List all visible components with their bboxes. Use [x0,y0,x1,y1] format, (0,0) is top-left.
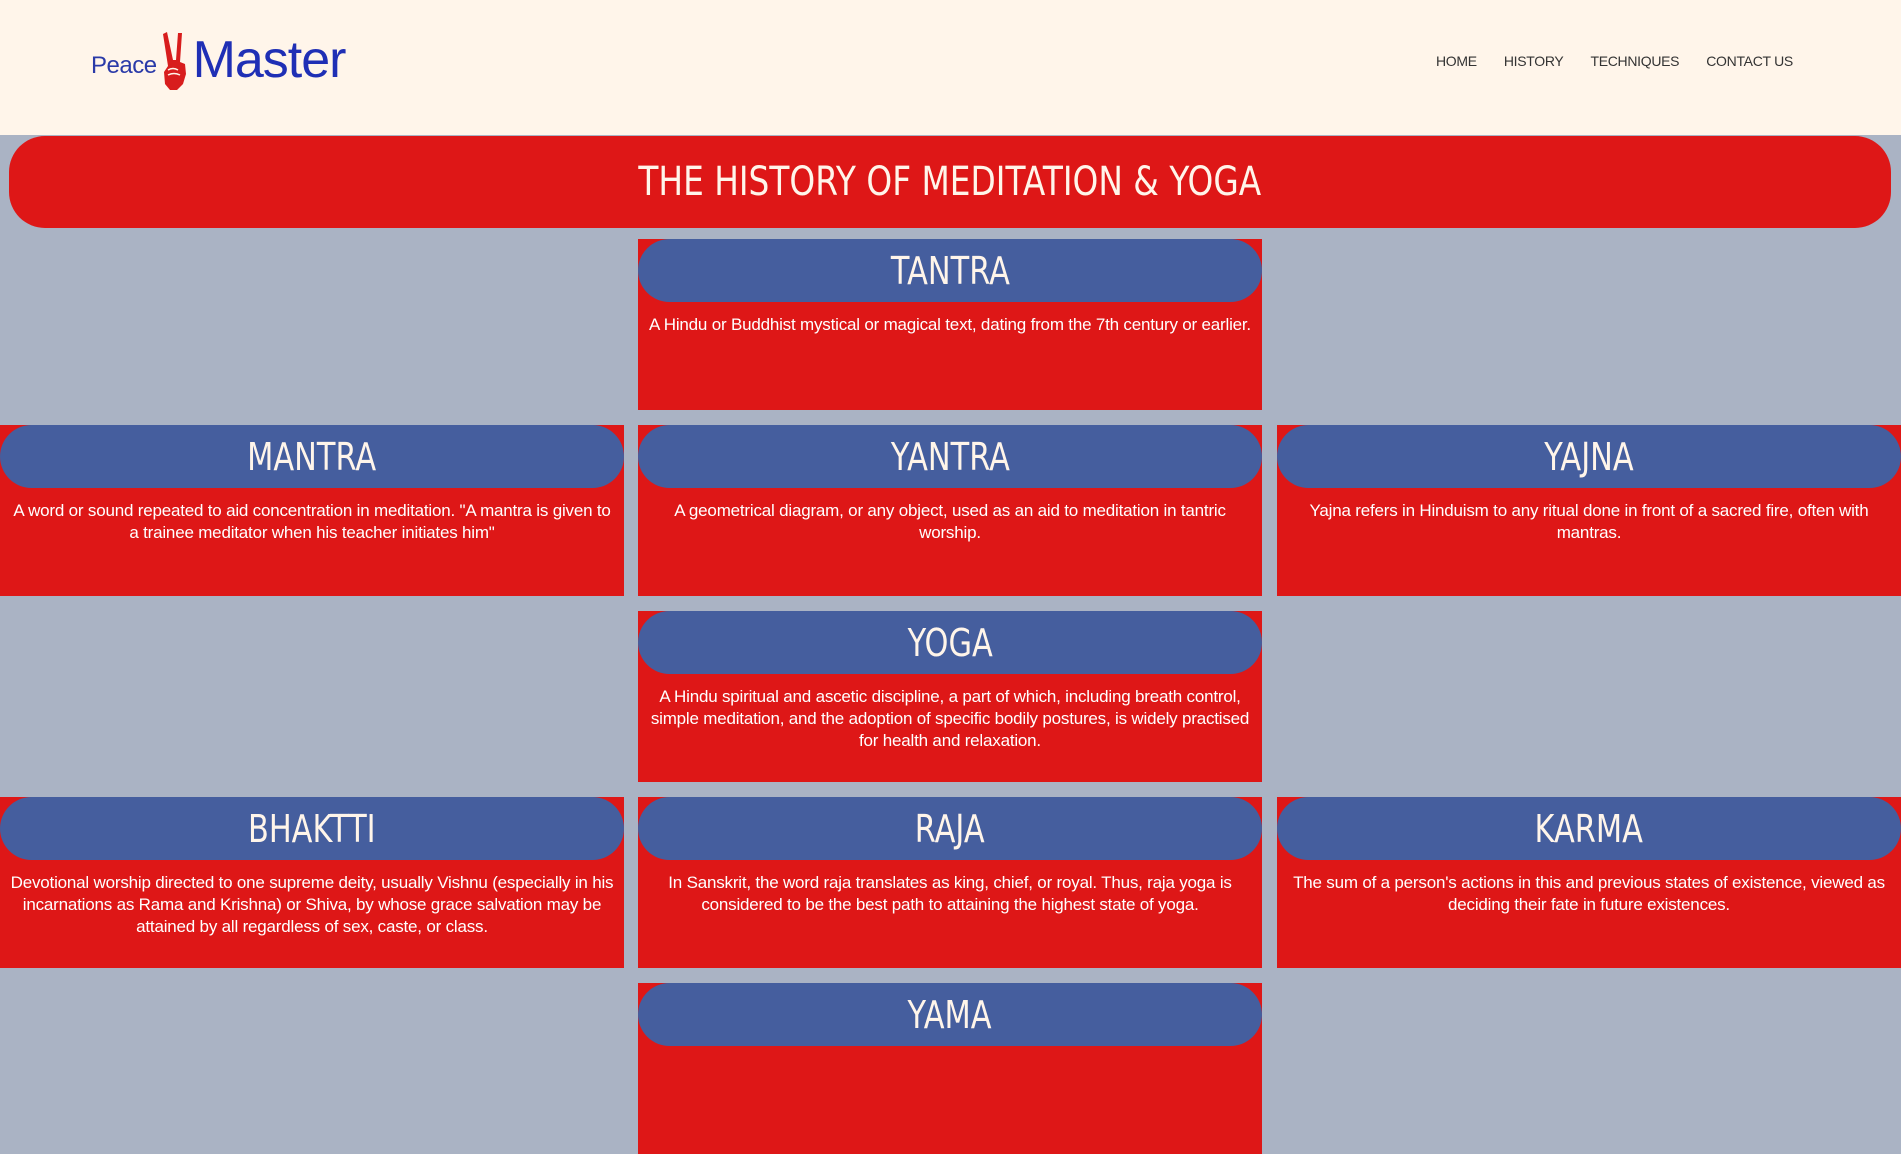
page-title-banner: THE HISTORY OF MEDITATION & YOGA [9,136,1891,228]
nav-home[interactable]: HOME [1436,53,1477,69]
card-title: YOGA [907,620,993,665]
site-logo[interactable]: Peace Master [91,28,347,92]
site-header: Peace Master HOME HISTORY TECHNIQUES CON… [0,0,1901,135]
card-title: YAMA [907,992,993,1037]
main-nav: HOME HISTORY TECHNIQUES CONTACT US [1436,53,1820,69]
card-header: YOGA [638,611,1262,674]
card-tantra: TANTRA A Hindu or Buddhist mystical or m… [638,239,1262,410]
card-raja: RAJA In Sanskrit, the word raja translat… [638,797,1262,968]
peace-hand-icon [162,32,186,90]
card-title: BHAKTTI [248,806,376,851]
card-text: A word or sound repeated to aid concentr… [13,501,611,542]
card-header: YAMA [638,983,1262,1046]
nav-history[interactable]: HISTORY [1504,53,1564,69]
card-header: MANTRA [0,425,624,488]
card-yajna: YAJNA Yajna refers in Hinduism to any ri… [1277,425,1901,596]
card-text: A Hindu spiritual and ascetic discipline… [650,687,1250,750]
card-yantra: YANTRA A geometrical diagram, or any obj… [638,425,1262,596]
card-yama: YAMA [638,983,1262,1154]
card-bhaktti: BHAKTTI Devotional worship directed to o… [0,797,624,968]
card-title: MANTRA [247,434,377,479]
card-header: YAJNA [1277,425,1901,488]
logo-big-text: Master [192,31,347,89]
card-text: A geometrical diagram, or any object, us… [674,501,1226,542]
card-title: YAJNA [1544,434,1634,479]
card-mantra: MANTRA A word or sound repeated to aid c… [0,425,624,596]
card-yoga: YOGA A Hindu spiritual and ascetic disci… [638,611,1262,782]
card-text: The sum of a person's actions in this an… [1293,873,1885,914]
card-header: RAJA [638,797,1262,860]
card-header: BHAKTTI [0,797,624,860]
card-text: In Sanskrit, the word raja translates as… [668,873,1232,914]
card-header: TANTRA [638,239,1262,302]
card-text: Devotional worship directed to one supre… [10,873,614,936]
nav-techniques[interactable]: TECHNIQUES [1590,53,1679,69]
logo-small-text: Peace [91,52,157,79]
card-text: A Hindu or Buddhist mystical or magical … [649,315,1251,334]
page-title: THE HISTORY OF MEDITATION & YOGA [638,159,1262,205]
card-header: KARMA [1277,797,1901,860]
card-title: RAJA [915,806,985,851]
card-title: KARMA [1534,806,1644,851]
card-header: YANTRA [638,425,1262,488]
card-karma: KARMA The sum of a person's actions in t… [1277,797,1901,968]
card-title: TANTRA [890,248,1010,293]
nav-contact-us[interactable]: CONTACT US [1706,53,1793,69]
card-title: YANTRA [890,434,1010,479]
card-text: Yajna refers in Hinduism to any ritual d… [1309,501,1869,542]
